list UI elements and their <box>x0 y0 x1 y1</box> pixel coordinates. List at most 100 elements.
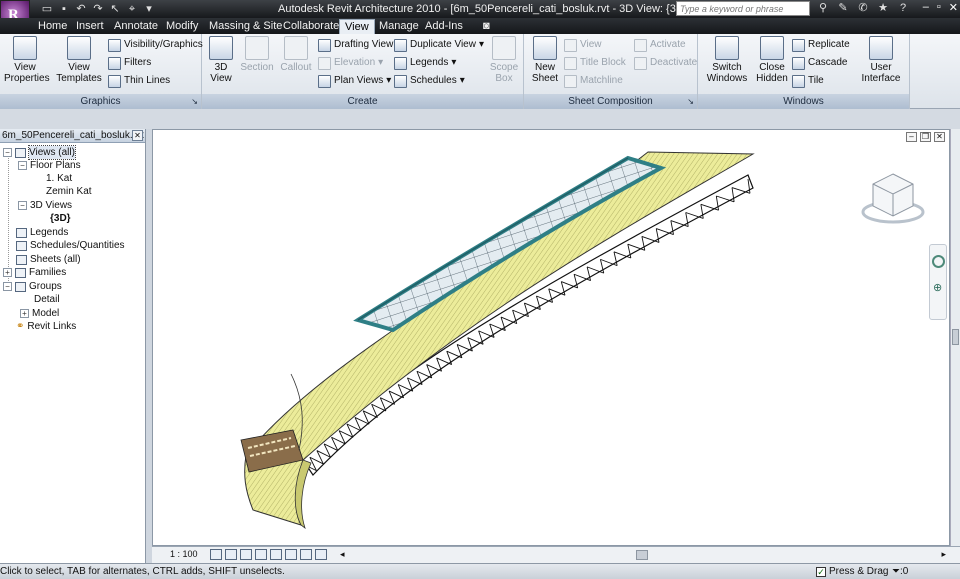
replicate-button[interactable]: Replicate <box>792 37 850 53</box>
tree-detail[interactable]: Detail <box>34 293 60 306</box>
new-sheet-button[interactable]: New Sheet <box>528 36 562 84</box>
press-drag-toggle[interactable]: ✓ Press & Drag <box>816 564 888 579</box>
tree-legends[interactable]: Legends <box>16 226 68 239</box>
duplicate-view-button[interactable]: Duplicate View ▾ <box>394 37 484 53</box>
undo-icon[interactable]: ↶ <box>74 2 88 16</box>
callout-button[interactable]: Callout <box>278 36 314 73</box>
expand-icon[interactable]: + <box>3 268 12 277</box>
scroll-right-icon[interactable]: ▸ <box>941 549 946 560</box>
reveal-hidden-icon[interactable] <box>300 549 312 560</box>
show-crop-icon[interactable] <box>270 549 282 560</box>
tab-home[interactable]: Home <box>33 19 72 34</box>
horizontal-scroll-thumb[interactable] <box>636 550 648 560</box>
elevation-button[interactable]: Elevation ▾ <box>318 55 383 71</box>
close-hidden-button[interactable]: Close Hidden <box>754 36 790 84</box>
cascade-button[interactable]: Cascade <box>792 55 847 71</box>
close-icon[interactable]: ✕ <box>132 130 143 141</box>
tree-groups[interactable]: − Groups <box>3 280 62 293</box>
matchline-button[interactable]: Matchline <box>564 73 623 89</box>
collapse-icon[interactable]: − <box>3 148 12 157</box>
tab-view[interactable]: View <box>339 19 375 34</box>
user-interface-button[interactable]: User Interface <box>858 36 904 84</box>
minimize-icon[interactable]: – <box>923 1 929 14</box>
thin-lines-button[interactable]: Thin Lines <box>108 73 170 89</box>
deactivate-button[interactable]: Deactivate <box>634 55 697 71</box>
activate-button[interactable]: Activate <box>634 37 686 53</box>
tree-zemin-kat[interactable]: Zemin Kat <box>46 185 92 198</box>
tab-manage[interactable]: Manage <box>374 19 424 34</box>
tree-sheets[interactable]: Sheets (all) <box>16 253 81 266</box>
ribbon-toggle-icon[interactable]: ◙ <box>478 19 495 34</box>
collapse-icon[interactable]: − <box>3 282 12 291</box>
3d-view-button[interactable]: 3D View <box>206 36 236 84</box>
scroll-thumb[interactable] <box>952 329 959 345</box>
schedules-button[interactable]: Schedules ▾ <box>394 73 465 89</box>
legends-button[interactable]: Legends ▾ <box>394 55 456 71</box>
scope-box-button[interactable]: Scope Box <box>488 36 520 84</box>
qat-dropdown-icon[interactable]: ▾ <box>142 2 156 16</box>
tab-add-ins[interactable]: Add-Ins <box>420 19 468 34</box>
close-icon[interactable]: ✕ <box>949 1 958 14</box>
measure-icon[interactable]: ⌖ <box>125 2 139 16</box>
tree-revit-links[interactable]: ⚭ Revit Links <box>16 320 76 333</box>
tree-model[interactable]: + Model <box>20 307 59 320</box>
panel-expand-icon[interactable]: ↘ <box>191 94 198 109</box>
view-properties-button[interactable]: View Properties <box>4 36 50 84</box>
detail-level-icon[interactable] <box>210 549 222 560</box>
expand-icon[interactable]: + <box>20 309 29 318</box>
tree-families[interactable]: + Families <box>3 266 66 279</box>
plan-views-button[interactable]: Plan Views ▾ <box>318 73 391 89</box>
tree-views-all[interactable]: − Views (all) <box>3 145 76 160</box>
title-block-button[interactable]: Title Block <box>564 55 626 71</box>
zoom-icon[interactable]: ⊕ <box>933 281 942 294</box>
open-icon[interactable]: ▭ <box>40 2 54 16</box>
view-scale[interactable]: 1 : 100 <box>170 549 198 559</box>
visibility-graphics-button[interactable]: Visibility/Graphics <box>108 37 203 53</box>
section-button[interactable]: Section <box>240 36 274 73</box>
vertical-scrollbar[interactable] <box>950 129 960 546</box>
tab-insert[interactable]: Insert <box>71 19 109 34</box>
viewcube-icon[interactable] <box>857 170 929 232</box>
tree-3d-default[interactable]: {3D} <box>50 212 71 225</box>
search-input[interactable]: Type a keyword or phrase <box>676 1 810 16</box>
binoculars-icon[interactable]: ⚲ <box>816 1 830 15</box>
switch-windows-button[interactable]: Switch Windows <box>702 36 752 84</box>
comm-center-icon[interactable]: ✆ <box>856 1 870 15</box>
tile-button[interactable]: Tile <box>792 73 824 89</box>
scroll-left-icon[interactable]: ◂ <box>340 549 345 560</box>
drafting-view-button[interactable]: Drafting View <box>318 37 393 53</box>
viewcube[interactable] <box>857 170 929 232</box>
filters-button[interactable]: Filters <box>108 55 151 71</box>
crop-view-icon[interactable] <box>255 549 267 560</box>
tab-annotate[interactable]: Annotate <box>109 19 163 34</box>
collapse-icon[interactable]: − <box>18 201 27 210</box>
subscription-icon[interactable]: ✎ <box>836 1 850 15</box>
view-templates-button[interactable]: View Templates <box>54 36 104 84</box>
favorites-star-icon[interactable]: ★ <box>876 1 890 15</box>
panel-label-graphics[interactable]: Graphics ↘ <box>0 94 201 109</box>
panel-label-sheet[interactable]: Sheet Composition ↘ <box>524 94 697 109</box>
help-icon[interactable]: ? <box>896 1 910 15</box>
steering-wheel-icon[interactable] <box>932 255 945 268</box>
3d-viewport[interactable]: – ❐ ✕ ⊕ <box>152 129 950 546</box>
panel-expand-icon[interactable]: ↘ <box>687 94 694 109</box>
roof-model-render[interactable] <box>153 130 950 546</box>
tree-schedules[interactable]: Schedules/Quantities <box>16 239 125 252</box>
selection-filter[interactable]: ⏷:0 <box>892 564 908 579</box>
lock-3d-view-icon[interactable] <box>315 549 327 560</box>
tab-modify[interactable]: Modify <box>161 19 203 34</box>
collapse-icon[interactable]: − <box>18 161 27 170</box>
modify-arrow-icon[interactable]: ↖ <box>108 2 122 16</box>
maximize-icon[interactable]: ▫ <box>937 1 941 14</box>
save-icon[interactable]: ▪ <box>57 2 71 16</box>
redo-icon[interactable]: ↷ <box>91 2 105 16</box>
shadows-icon[interactable] <box>240 549 252 560</box>
tree-floor-plans[interactable]: − Floor Plans <box>18 159 81 172</box>
tab-massing-site[interactable]: Massing & Site <box>204 19 287 34</box>
temporary-hide-icon[interactable] <box>285 549 297 560</box>
checkbox-checked-icon[interactable]: ✓ <box>816 566 826 577</box>
tree-3d-views[interactable]: −3D Views <box>18 199 72 212</box>
visual-style-icon[interactable] <box>225 549 237 560</box>
tree-1-kat[interactable]: 1. Kat <box>46 172 72 185</box>
tab-collaborate[interactable]: Collaborate <box>278 19 344 34</box>
